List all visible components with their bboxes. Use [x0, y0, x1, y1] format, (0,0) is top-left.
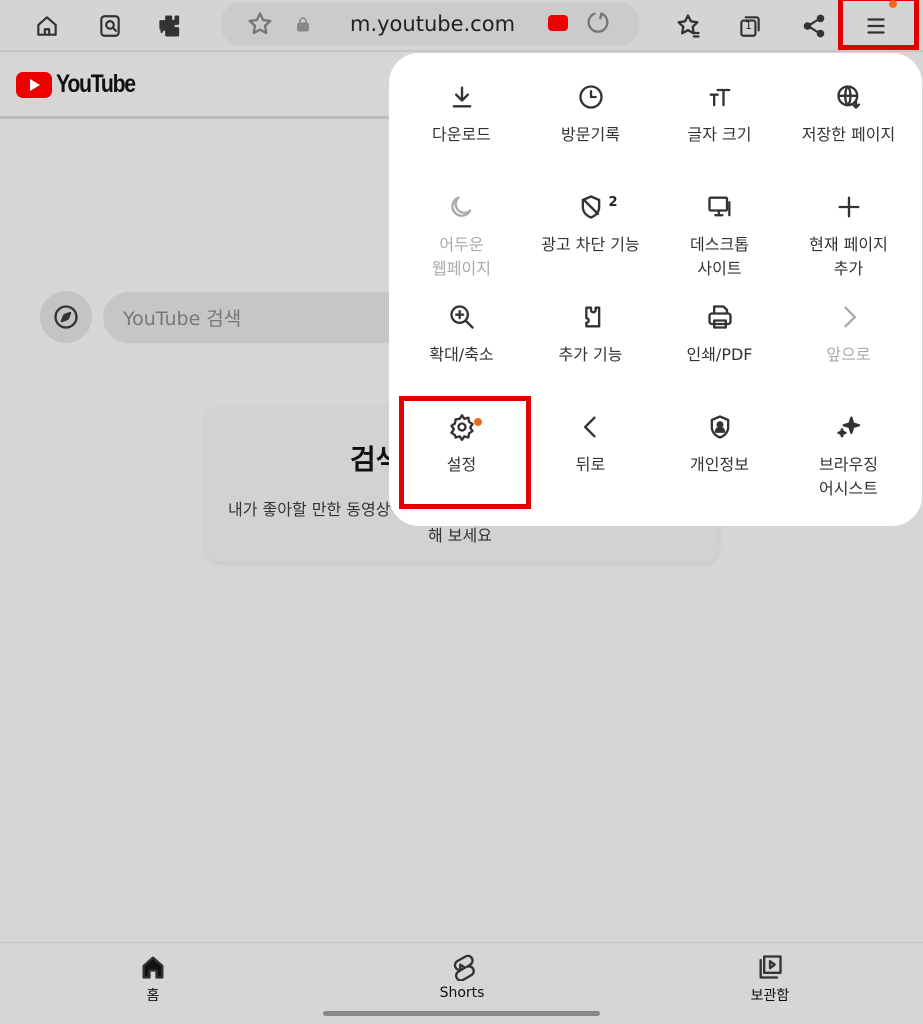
menu-item-label: 현재 페이지 추가: [809, 235, 888, 278]
menu-item-download[interactable]: 다운로드: [397, 83, 526, 193]
settings-notification-dot: [474, 418, 482, 426]
lock-icon: [294, 15, 312, 37]
compass-icon: [54, 305, 78, 329]
menu-item-label: 데스크톱 사이트: [690, 235, 749, 278]
menu-item-moon[interactable]: 어두운 웹페이지: [397, 193, 526, 303]
menu-item-shield[interactable]: 2 광고 차단 기능: [526, 193, 655, 303]
explore-button[interactable]: [40, 291, 92, 343]
sparkle-icon: [836, 416, 860, 438]
nav-library-label: 보관함: [750, 988, 790, 1004]
menu-item-label: 다운로드: [432, 125, 491, 144]
tabs-button[interactable]: 1: [732, 8, 768, 44]
nav-shorts[interactable]: Shorts: [422, 953, 502, 1001]
puzzle-icon: [584, 306, 600, 328]
nav-library[interactable]: 보관함: [730, 953, 810, 1005]
menu-item-text-size[interactable]: 글자 크기: [655, 83, 784, 193]
shorts-icon: [453, 954, 475, 981]
home-icon: [142, 956, 164, 979]
menu-item-label: 글자 크기: [687, 125, 752, 144]
library-icon: [759, 955, 782, 979]
youtube-logo[interactable]: YouTube: [16, 70, 149, 99]
saved-page-icon: [836, 85, 860, 109]
extensions-button[interactable]: [153, 8, 189, 44]
menu-item-clock[interactable]: 방문기록: [526, 83, 655, 193]
chevron-left-icon: [583, 416, 596, 438]
menu-item-label: 확대/축소: [429, 345, 494, 364]
menu-item-label: 방문기록: [561, 125, 620, 144]
gesture-bar[interactable]: [323, 1011, 600, 1016]
bookmark-star-icon[interactable]: [246, 10, 274, 42]
shield-icon: [581, 195, 600, 219]
menu-item-label: 인쇄/PDF: [686, 345, 753, 364]
menu-item-puzzle[interactable]: 추가 기능: [526, 303, 655, 413]
menu-item-desktop[interactable]: 데스크톱 사이트: [655, 193, 784, 303]
moon-icon: [450, 196, 471, 217]
brand-text: YouTube: [56, 70, 136, 98]
menu-item-label: 저장한 페이지: [801, 125, 896, 144]
menu-item-sparkle[interactable]: 브라우징 어시스트: [784, 413, 913, 523]
nav-shorts-label: Shorts: [439, 985, 485, 1001]
menu-item-label: 개인정보: [690, 455, 749, 474]
notification-dot: [889, 0, 897, 8]
menu-item-label: 어두운 웹페이지: [432, 235, 491, 278]
menu-item-chevron-left[interactable]: 뒤로: [526, 413, 655, 523]
badge-count: 2: [608, 195, 618, 210]
reload-icon[interactable]: [584, 9, 612, 41]
divider: [0, 116, 400, 119]
menu-item-saved-page[interactable]: 저장한 페이지: [784, 83, 913, 193]
zoom-icon: [449, 305, 474, 329]
clock-icon: [578, 85, 603, 109]
address-bar[interactable]: m.youtube.com: [220, 2, 640, 46]
settings-highlight: [399, 396, 531, 509]
menu-item-privacy-shield[interactable]: 개인정보: [655, 413, 784, 523]
chevron-right-icon: [843, 306, 856, 328]
url-text[interactable]: m.youtube.com: [350, 12, 515, 36]
search-input[interactable]: YouTube 검색: [103, 292, 423, 343]
youtube-site-icon: [548, 15, 568, 31]
text-size-icon: [709, 88, 730, 107]
browser-toolbar: m.youtube.com 1: [0, 0, 923, 52]
menu-button[interactable]: [858, 8, 894, 44]
menu-item-label: 브라우징 어시스트: [819, 455, 878, 498]
menu-item-plus[interactable]: 현재 페이지 추가: [784, 193, 913, 303]
plus-icon: [838, 196, 859, 218]
menu-item-label: 뒤로: [575, 455, 606, 474]
share-button[interactable]: [796, 8, 832, 44]
nav-home-label: 홈: [146, 988, 160, 1004]
home-button[interactable]: [29, 8, 65, 44]
menu-item-label: 추가 기능: [558, 345, 623, 364]
card-description: 내가 좋아할 만한 동영상: [228, 500, 391, 519]
tab-count: 1: [745, 19, 752, 32]
nav-home[interactable]: 홈: [113, 953, 193, 1005]
menu-item-label: 광고 차단 기능: [541, 235, 640, 254]
desktop-icon: [707, 196, 730, 217]
privacy-shield-icon: [710, 415, 729, 439]
menu-item-label: 앞으로: [826, 345, 871, 364]
youtube-play-icon: [16, 71, 52, 98]
menu-item-chevron-right[interactable]: 앞으로: [784, 303, 913, 413]
print-icon: [707, 305, 732, 329]
bookmarks-button[interactable]: [670, 8, 706, 44]
search-tab-button[interactable]: [92, 8, 128, 44]
menu-item-print[interactable]: 인쇄/PDF: [655, 303, 784, 413]
download-icon: [452, 86, 471, 108]
